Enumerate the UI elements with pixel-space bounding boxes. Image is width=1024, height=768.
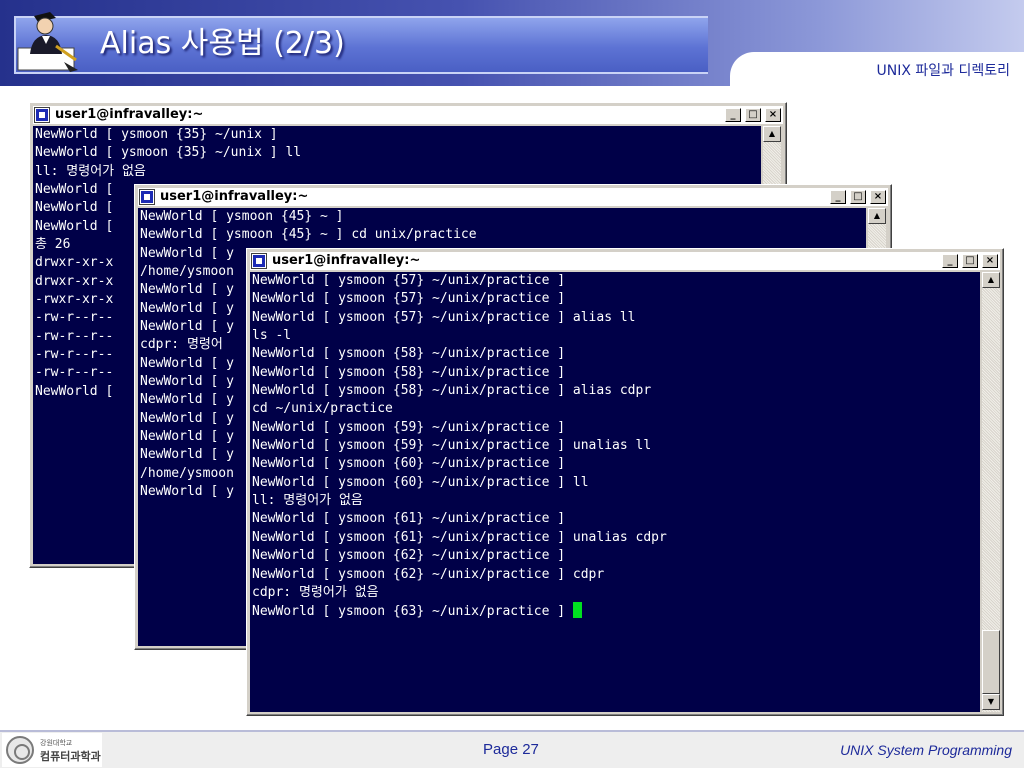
minimize-icon[interactable]: _ xyxy=(942,254,958,268)
logo-department-text: 컴퓨터과학과 xyxy=(40,750,101,763)
course-title: UNIX System Programming xyxy=(840,742,1012,758)
slide-title: Alias 사용법 (2/3) xyxy=(100,26,345,61)
terminal-line: ls -l xyxy=(252,328,292,344)
vertical-scrollbar[interactable]: ▲ ▼ xyxy=(982,272,1000,712)
minimize-icon[interactable]: _ xyxy=(725,108,741,122)
terminal-prompt-line[interactable]: NewWorld [ ysmoon {63} ~/unix/practice ] xyxy=(250,602,980,620)
scroll-up-icon[interactable]: ▲ xyxy=(868,208,886,224)
terminal-line: NewWorld [ ysmoon {35} ~/unix ] ll xyxy=(35,145,302,161)
minimize-icon[interactable]: _ xyxy=(830,190,846,204)
page-number: Page 27 xyxy=(483,741,539,758)
terminal-app-icon[interactable] xyxy=(139,189,155,205)
maximize-icon[interactable]: □ xyxy=(850,190,866,204)
window-title: user1@infravalley:~ xyxy=(55,107,204,122)
scroll-up-icon[interactable]: ▲ xyxy=(982,272,1000,288)
window-title: user1@infravalley:~ xyxy=(160,189,309,204)
terminal-line: NewWorld [ ysmoon {57} ~/unix/practice ] xyxy=(252,291,566,307)
terminal-app-icon[interactable] xyxy=(34,107,50,123)
terminal-cursor xyxy=(572,602,582,619)
terminal-line: NewWorld [ ysmoon {58} ~/unix/practice ] xyxy=(252,346,566,362)
terminal-line: ll: 명령어가 없음 xyxy=(35,163,146,179)
terminal-line: NewWorld [ ysmoon {59} ~/unix/practice ]… xyxy=(252,438,652,454)
scrollbar-thumb[interactable] xyxy=(982,630,1000,694)
close-icon[interactable]: × xyxy=(870,190,886,204)
terminal-line: NewWorld [ ysmoon {60} ~/unix/practice ]… xyxy=(252,474,589,490)
terminal-line: cd ~/unix/practice xyxy=(252,401,393,417)
terminal-line: NewWorld [ ysmoon {57} ~/unix/practice ] xyxy=(252,273,566,288)
terminal-line: NewWorld [ ysmoon {62} ~/unix/practice ] xyxy=(252,548,566,564)
scroll-up-icon[interactable]: ▲ xyxy=(763,126,781,142)
terminal-line: NewWorld [ ysmoon {57} ~/unix/practice ]… xyxy=(252,309,636,325)
terminal-output[interactable]: NewWorld [ ysmoon {57} ~/unix/practice ]… xyxy=(250,272,980,712)
scroll-down-icon[interactable]: ▼ xyxy=(982,694,1000,710)
terminal-line: NewWorld [ ysmoon {61} ~/unix/practice ]… xyxy=(252,529,667,545)
terminal-line: NewWorld [ ysmoon {45} ~ ] xyxy=(140,209,344,224)
slide-subtitle: UNIX 파일과 디렉토리 xyxy=(876,63,1011,79)
window-titlebar[interactable]: user1@infravalley:~ _ □ × xyxy=(33,106,783,124)
maximize-icon[interactable]: □ xyxy=(962,254,978,268)
terminal-line: cdpr: 명령어가 없음 xyxy=(252,584,379,600)
window-title: user1@infravalley:~ xyxy=(272,253,421,268)
terminal-line: NewWorld [ ysmoon {61} ~/unix/practice ] xyxy=(252,511,566,527)
close-icon[interactable]: × xyxy=(765,108,781,122)
terminal-line: NewWorld [ ysmoon {58} ~/unix/practice ]… xyxy=(252,383,652,399)
terminal-app-icon[interactable] xyxy=(251,253,267,269)
terminal-line: ll: 명령어가 없음 xyxy=(252,493,363,509)
university-seal-icon xyxy=(6,736,34,764)
terminal-prompt: NewWorld [ ysmoon {63} ~/unix/practice ] xyxy=(252,604,573,620)
terminal-line: NewWorld [ ysmoon {45} ~ ] cd unix/pract… xyxy=(140,227,477,243)
terminal-line: NewWorld [ ysmoon {60} ~/unix/practice ] xyxy=(252,456,566,472)
terminal-window-front[interactable]: user1@infravalley:~ _ □ × NewWorld [ ysm… xyxy=(246,248,1004,716)
close-icon[interactable]: × xyxy=(982,254,998,268)
terminal-line: NewWorld [ ysmoon {58} ~/unix/practice ] xyxy=(252,364,566,380)
window-titlebar[interactable]: user1@infravalley:~ _ □ × xyxy=(138,188,888,206)
maximize-icon[interactable]: □ xyxy=(745,108,761,122)
terminal-line: NewWorld [ ysmoon {35} ~/unix ] xyxy=(35,127,278,142)
terminal-line: NewWorld [ ysmoon {59} ~/unix/practice ] xyxy=(252,419,566,435)
logo-university-text: 강원대학교 xyxy=(40,739,73,747)
window-titlebar[interactable]: user1@infravalley:~ _ □ × xyxy=(250,252,1000,270)
department-logo: 강원대학교 컴퓨터과학과 xyxy=(2,733,102,767)
terminal-line: NewWorld [ ysmoon {62} ~/unix/practice ]… xyxy=(252,566,605,582)
professor-mascot-icon xyxy=(17,12,78,72)
